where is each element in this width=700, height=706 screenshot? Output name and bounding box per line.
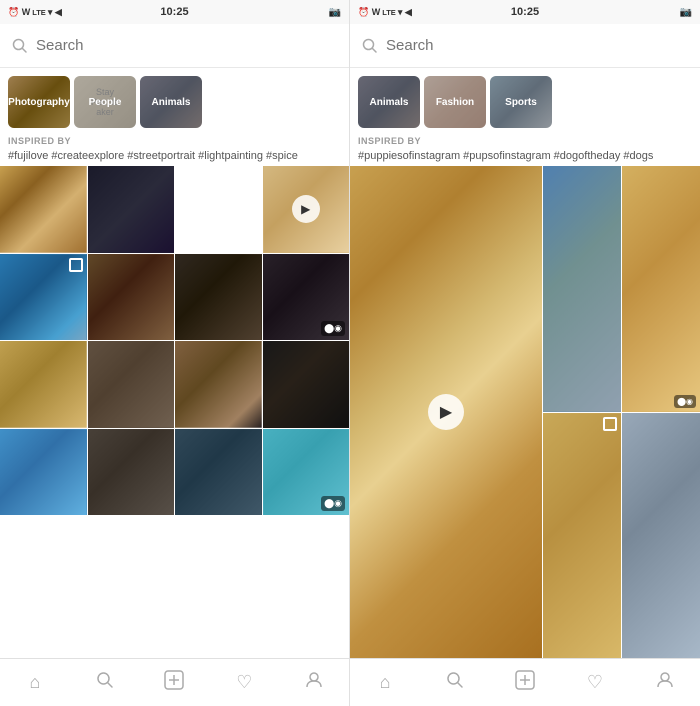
right-search-input[interactable] <box>386 37 688 54</box>
left-grid: ▶ ⬤◉ <box>0 166 349 658</box>
left-search-bar[interactable] <box>0 24 349 68</box>
inspired-by-label-right: INSPIRED BY <box>350 132 700 148</box>
status-icons-right-right: 📷 <box>680 7 692 18</box>
category-animals-1[interactable]: Animals <box>140 76 202 128</box>
left-bottom-nav: ⌂ ♡ <box>0 658 349 706</box>
add-icon-right <box>515 670 535 695</box>
square-badge <box>69 258 83 272</box>
grid-cell-pool[interactable]: ⬤◉ <box>263 429 350 516</box>
camera-badge-2: ⬤◉ <box>321 496 345 511</box>
grid-cell-island[interactable] <box>0 254 87 341</box>
category-people[interactable]: StayPeopleaker People <box>74 76 136 128</box>
camera-badge-right: ⬤◉ <box>674 395 696 408</box>
grid-cell-phone[interactable] <box>88 166 175 253</box>
grid-cell-rocks[interactable] <box>88 341 175 428</box>
grid-cell-lion[interactable] <box>0 166 87 253</box>
category-animals-right[interactable]: Animals <box>358 76 420 128</box>
grid-cell-golden[interactable]: ⬤◉ <box>622 166 700 412</box>
grid-row-2: ⬤◉ <box>0 254 349 341</box>
play-icon-large: ▶ <box>428 394 464 430</box>
category-sports-right[interactable]: Sports <box>490 76 552 128</box>
time-display-right: 10:25 <box>511 6 539 18</box>
hashtags-right: #puppiesofinstagram #pupsofinstagram #do… <box>350 148 700 166</box>
status-icons-right: 📷 <box>329 7 341 18</box>
nav-heart-right[interactable]: ♡ <box>575 663 615 703</box>
nav-home-left[interactable]: ⌂ <box>15 663 55 703</box>
right-bottom-nav: ⌂ ♡ <box>350 658 700 706</box>
grid-cell-map[interactable] <box>0 429 87 516</box>
grid-cell-couple[interactable]: ⬤◉ <box>263 254 350 341</box>
grid-cell-eagle[interactable] <box>543 166 621 412</box>
status-bar-left: ⏰ WLTE ▾ ◀ 10:25 📷 <box>0 0 349 24</box>
add-icon <box>164 670 184 695</box>
nav-profile-right[interactable] <box>645 663 685 703</box>
nav-search-left[interactable] <box>85 663 125 703</box>
nav-home-right[interactable]: ⌂ <box>365 663 405 703</box>
profile-icon <box>305 671 323 694</box>
time-display: 10:25 <box>160 6 188 18</box>
grid-row-3 <box>0 341 349 428</box>
right-search-bar[interactable] <box>350 24 700 68</box>
grid-cell-doglay[interactable] <box>543 413 621 659</box>
heart-icon: ♡ <box>236 672 252 693</box>
status-bar-right: ⏰ WLTE ▾ ◀ 10:25 📷 <box>350 0 700 24</box>
profile-icon-right <box>656 671 674 694</box>
grid-row-4: ⬤◉ <box>0 429 349 516</box>
grid-cell-cave[interactable] <box>88 254 175 341</box>
heart-icon-right: ♡ <box>587 672 603 693</box>
grid-cell-hyena[interactable] <box>88 429 175 516</box>
left-categories: Photography StayPeopleaker People Animal… <box>0 68 349 132</box>
nav-profile-left[interactable] <box>294 663 334 703</box>
camera-badge-1: ⬤◉ <box>321 321 345 336</box>
hashtags-left: #fujilove #createexplore #streetportrait… <box>0 148 349 166</box>
home-icon-right: ⌂ <box>380 672 391 693</box>
play-icon: ▶ <box>292 195 320 223</box>
category-photography[interactable]: Photography <box>8 76 70 128</box>
search-nav-icon <box>96 671 114 694</box>
home-icon: ⌂ <box>29 672 40 693</box>
search-icon-right <box>362 38 378 54</box>
right-categories: Animals Fashion Sports <box>350 68 700 132</box>
right-small-grid: ⬤◉ <box>543 166 700 658</box>
status-icons-left: ⏰ WLTE ▾ ◀ <box>8 7 62 18</box>
grid-cell-gate[interactable] <box>175 341 262 428</box>
grid-cell-blackcat[interactable] <box>263 341 350 428</box>
left-panel: ⏰ WLTE ▾ ◀ 10:25 📷 Photography StayPeopl… <box>0 0 350 706</box>
category-fashion-right[interactable]: Fashion <box>424 76 486 128</box>
grid-cell-room[interactable] <box>175 254 262 341</box>
search-nav-icon-right <box>446 671 464 694</box>
right-panel: ⏰ WLTE ▾ ◀ 10:25 📷 Animals Fashion Sport… <box>350 0 700 706</box>
nav-search-right[interactable] <box>435 663 475 703</box>
grid-cell-hose[interactable] <box>622 413 700 659</box>
grid-cell-coast[interactable] <box>175 166 262 253</box>
left-search-input[interactable] <box>36 37 337 54</box>
status-icons-right-left: ⏰ WLTE ▾ ◀ <box>358 7 412 18</box>
grid-cell-puppy[interactable]: ▶ <box>263 166 350 253</box>
square-badge-right <box>603 417 617 431</box>
grid-row-1: ▶ <box>0 166 349 253</box>
nav-add-left[interactable] <box>154 663 194 703</box>
nav-heart-left[interactable]: ♡ <box>224 663 264 703</box>
large-dog-cell[interactable]: ▶ <box>350 166 542 658</box>
grid-cell-lioncubs[interactable] <box>0 341 87 428</box>
search-icon <box>12 38 28 54</box>
nav-add-right[interactable] <box>505 663 545 703</box>
grid-cell-text[interactable] <box>175 429 262 516</box>
inspired-by-label-left: INSPIRED BY <box>0 132 349 148</box>
